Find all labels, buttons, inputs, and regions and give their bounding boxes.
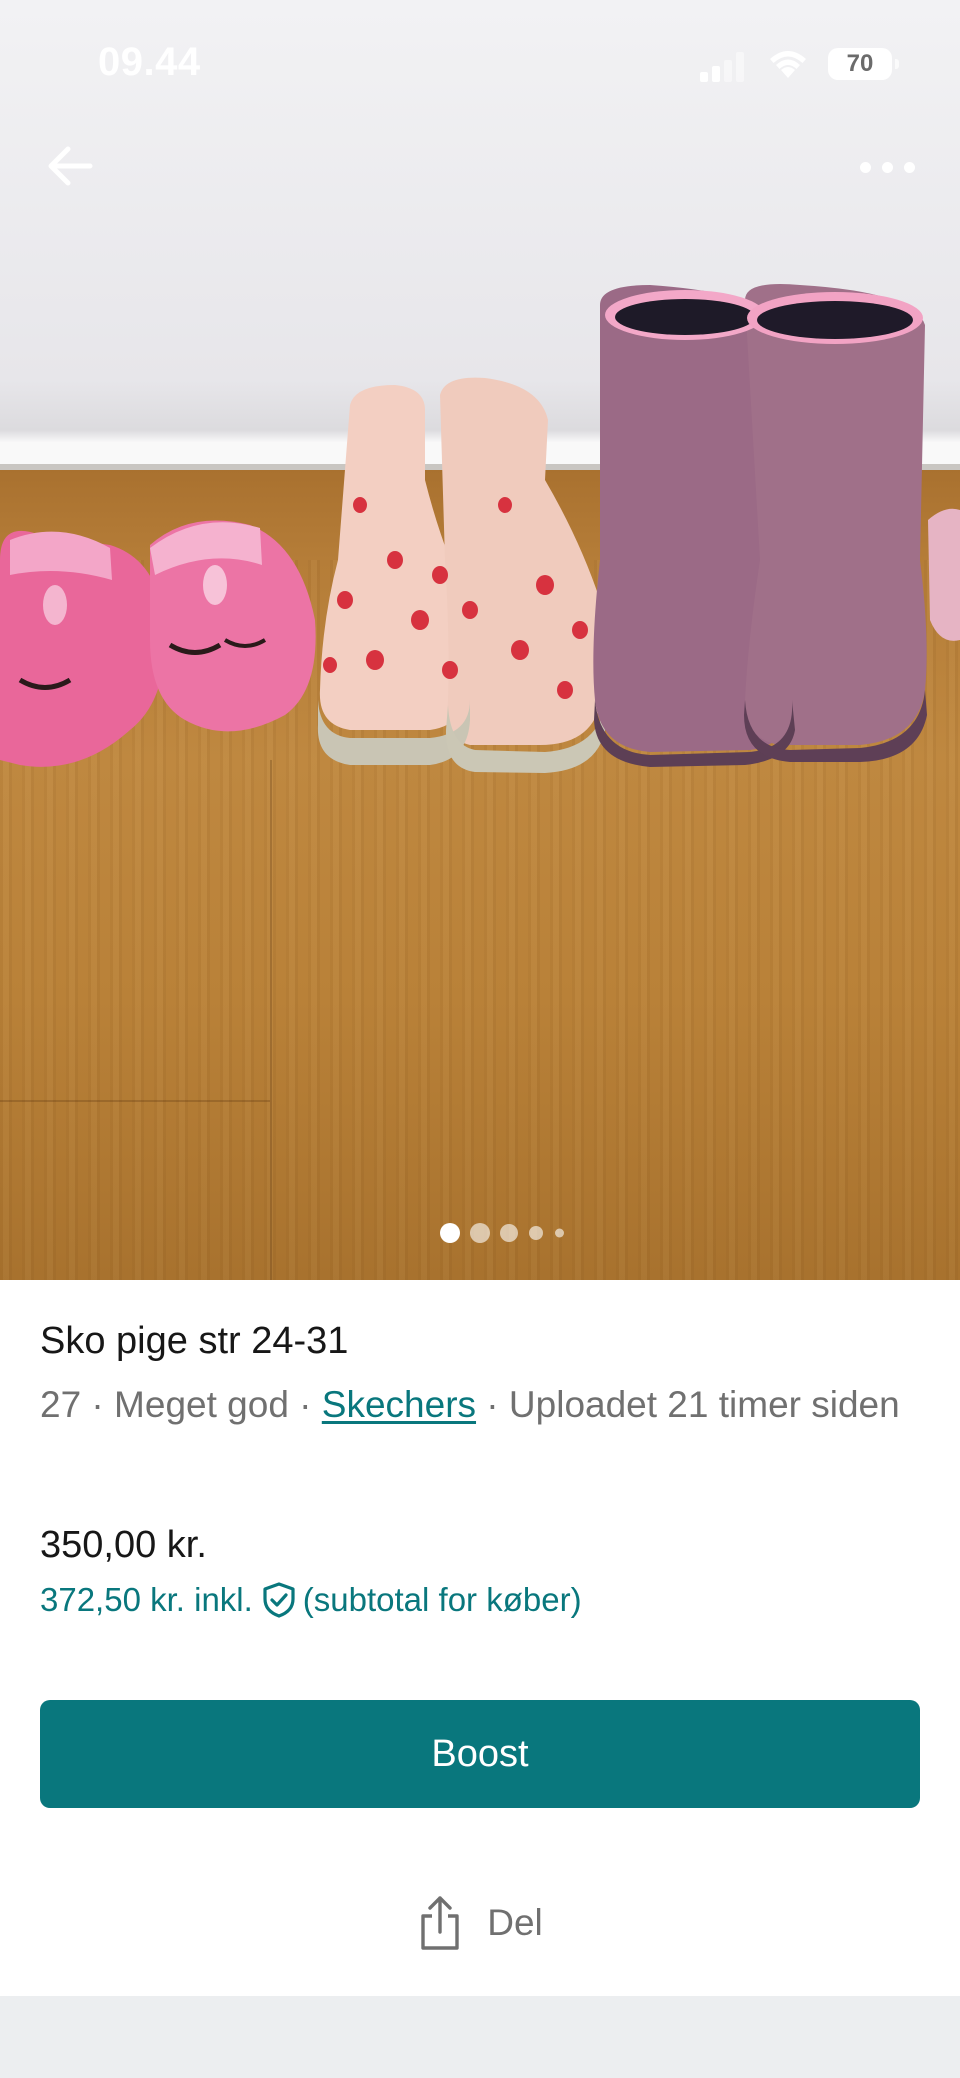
pagination-dot[interactable] <box>440 1223 460 1243</box>
item-size: 27 <box>40 1384 82 1425</box>
price-incl-note: (subtotal for køber) <box>302 1581 582 1618</box>
back-arrow-icon[interactable] <box>44 140 96 192</box>
footer-band <box>0 1996 960 2078</box>
shield-check-icon <box>263 1582 295 1618</box>
share-icon <box>421 1896 459 1950</box>
partial-shoe-shape <box>928 508 960 641</box>
glitter-rain-boots-shape <box>593 284 927 767</box>
pagination-dot[interactable] <box>500 1224 518 1242</box>
pink-clogs-shape <box>0 520 316 767</box>
upload-time: Uploadet 21 timer siden <box>508 1384 900 1425</box>
boost-button[interactable]: Boost <box>40 1700 920 1808</box>
cellular-signal-icon <box>700 52 746 82</box>
item-condition: Meget god <box>114 1384 289 1425</box>
pagination-dot[interactable] <box>470 1223 490 1243</box>
buyer-subtotal[interactable]: 372,50 kr. inkl. (subtotal for køber) <box>40 1578 582 1622</box>
item-detail-screen: 09.44 70 Sko pige str 24-31 27 · Meget g… <box>0 0 960 2078</box>
pagination-dot[interactable] <box>555 1228 564 1238</box>
product-photo[interactable]: 09.44 70 <box>0 0 960 1280</box>
share-label: Del <box>487 1902 543 1943</box>
item-price: 350,00 kr. <box>40 1524 207 1566</box>
item-meta: 27 · Meget god · Skechers · Uploadet 21 … <box>40 1384 900 1425</box>
share-button[interactable]: Del <box>0 1890 960 1956</box>
shoes-illustration <box>0 284 960 773</box>
wifi-icon <box>770 51 806 78</box>
brand-link[interactable]: Skechers <box>322 1384 476 1425</box>
photo-pagination <box>440 1222 580 1244</box>
battery-indicator: 70 <box>828 48 899 80</box>
ladybird-rain-boots-shape <box>317 377 608 773</box>
item-title: Sko pige str 24-31 <box>40 1320 349 1362</box>
pagination-dot[interactable] <box>529 1226 543 1240</box>
more-options-icon[interactable] <box>860 152 916 182</box>
status-time: 09.44 <box>98 40 201 84</box>
status-icons: 70 <box>700 46 900 82</box>
price-incl-value: 372,50 kr. inkl. <box>40 1581 253 1618</box>
